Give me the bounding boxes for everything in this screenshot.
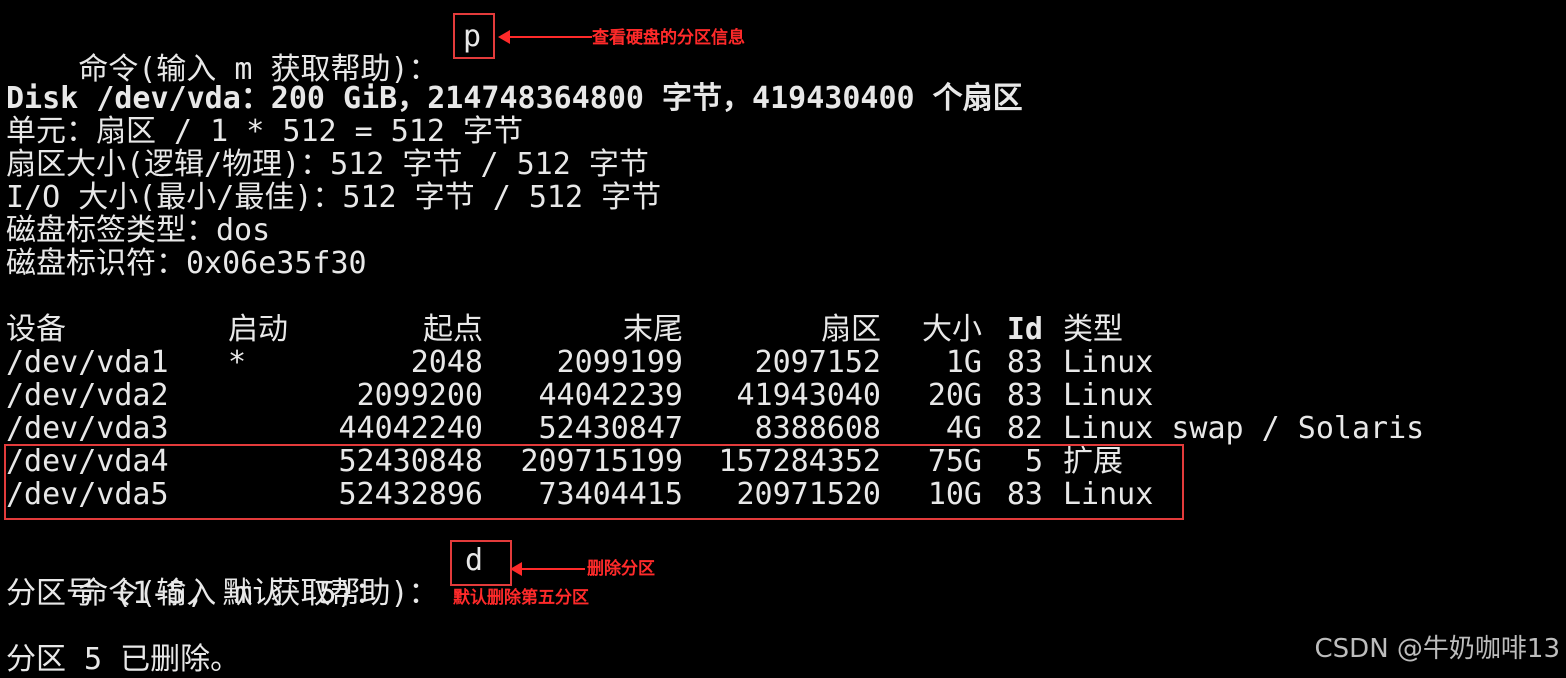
table-cell-size: 4G bbox=[945, 411, 982, 446]
table-cell-id: 82 bbox=[1006, 411, 1043, 446]
disk-label-type-line: 磁盘标签类型：dos bbox=[6, 213, 271, 248]
table-cell-id: 83 bbox=[1006, 345, 1043, 380]
disk-identifier-line: 磁盘标识符：0x06e35f30 bbox=[6, 246, 367, 281]
table-cell-end: 52430847 bbox=[538, 411, 684, 446]
csdn-watermark: CSDN @牛奶咖啡13 bbox=[1314, 634, 1560, 664]
command-input-d[interactable]: d bbox=[465, 544, 483, 577]
disk-units-line: 单元：扇区 / 1 * 512 = 512 字节 bbox=[6, 114, 524, 149]
table-cell-id: 83 bbox=[1006, 378, 1043, 413]
table-header-type: 类型 bbox=[1063, 312, 1123, 347]
table-header-end: 末尾 bbox=[623, 312, 683, 347]
table-cell-start: 2048 bbox=[410, 345, 483, 380]
table-cell-size: 20G bbox=[927, 378, 982, 413]
terminal-window[interactable]: 命令(输入 m 获取帮助)： p 查看硬盘的分区信息 Disk /dev/vda… bbox=[0, 0, 1566, 678]
table-header-start: 起点 bbox=[423, 312, 483, 347]
table-header-id: Id bbox=[1006, 312, 1043, 347]
table-cell-end: 44042239 bbox=[538, 378, 684, 413]
disk-io-size-line: I/O 大小(最小/最佳)：512 字节 / 512 字节 bbox=[6, 180, 662, 215]
table-cell-type: Linux swap / Solaris bbox=[1063, 411, 1425, 446]
table-cell-device: /dev/vda1 bbox=[6, 345, 169, 380]
table-cell-start: 44042240 bbox=[338, 411, 484, 446]
table-cell-type: Linux bbox=[1063, 345, 1154, 380]
arrow-left-icon bbox=[498, 30, 592, 44]
command-prompt-line: 命令(输入 m 获取帮助)： bbox=[6, 20, 438, 86]
table-header-boot: 启动 bbox=[228, 312, 288, 347]
annotation-default-fifth: 默认删除第五分区 bbox=[453, 588, 589, 608]
annotation-view-partitions: 查看硬盘的分区信息 bbox=[592, 28, 745, 48]
table-header-size: 大小 bbox=[922, 312, 982, 347]
table-cell-device: /dev/vda3 bbox=[6, 411, 169, 446]
table-header-sectors: 扇区 bbox=[821, 312, 881, 347]
table-cell-device: /dev/vda2 bbox=[6, 378, 169, 413]
highlight-box-rows-vda4-vda5 bbox=[4, 444, 1184, 520]
arrow-left-icon bbox=[510, 562, 585, 576]
command-input-p[interactable]: p bbox=[463, 20, 481, 53]
disk-summary-line: Disk /dev/vda：200 GiB，214748364800 字节，41… bbox=[6, 81, 1023, 116]
table-cell-sectors: 8388608 bbox=[754, 411, 881, 446]
partition-deleted-message: 分区 5 已删除。 bbox=[6, 642, 241, 677]
table-cell-sectors: 2097152 bbox=[754, 345, 881, 380]
disk-sector-size-line: 扇区大小(逻辑/物理)：512 字节 / 512 字节 bbox=[6, 147, 649, 182]
command-prompt-line-2: 命令(输入 m 获取帮助)： bbox=[6, 544, 438, 610]
table-cell-size: 1G bbox=[945, 345, 982, 380]
table-cell-start: 2099200 bbox=[356, 378, 483, 413]
annotation-delete-partition: 删除分区 bbox=[587, 559, 655, 579]
table-header-device: 设备 bbox=[6, 312, 66, 347]
table-cell-boot: * bbox=[228, 345, 247, 380]
table-cell-sectors: 41943040 bbox=[736, 378, 882, 413]
partition-number-prompt: 分区号 (1-5, 默认 5)： bbox=[6, 576, 385, 611]
table-cell-end: 2099199 bbox=[556, 345, 683, 380]
table-cell-type: Linux bbox=[1063, 378, 1154, 413]
